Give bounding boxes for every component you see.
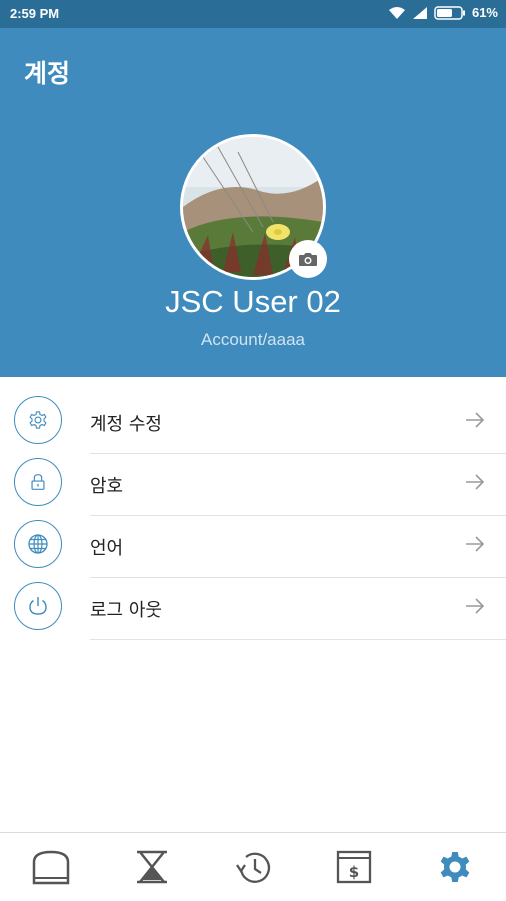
settings-menu: 계정 수정 암호 언어 로그 아웃 [0,392,506,640]
arrow-right-icon [466,474,485,490]
camera-icon [299,253,317,266]
hourglass-icon [136,850,167,884]
menu-item-logout[interactable]: 로그 아웃 [0,578,506,640]
nav-home[interactable] [21,837,81,897]
user-name: JSC User 02 [165,284,341,319]
arrow-right-icon [466,598,485,614]
account-id: Account/aaaa [201,330,305,349]
status-time: 2:59 PM [10,6,60,21]
settings-icon [441,852,470,882]
menu-item-label: 언어 [90,538,124,559]
change-photo-button[interactable] [289,240,327,278]
menu-item-password[interactable]: 암호 [0,454,506,516]
gear-icon [14,396,62,444]
bottom-nav: $ [0,832,506,901]
nav-history[interactable] [223,837,283,897]
status-icons: 61% [388,5,498,20]
battery-level: 61% [471,5,498,20]
svg-text:$: $ [349,863,359,881]
divider [90,639,506,640]
arrow-right-icon [466,412,485,428]
avatar-container [180,134,327,280]
signal-icon [412,6,427,19]
battery-icon [434,5,465,20]
globe-icon [14,520,62,568]
home-icon [32,850,69,885]
menu-item-label: 암호 [90,476,124,497]
menu-item-edit-account[interactable]: 계정 수정 [0,392,506,454]
nav-transfer[interactable] [122,837,182,897]
lock-icon [14,458,62,506]
wifi-icon [388,6,405,19]
menu-item-label: 계정 수정 [90,414,162,435]
page-title: 계정 [24,59,71,88]
status-bar: 2:59 PM 61% [0,0,506,28]
power-icon [14,582,62,630]
menu-item-language[interactable]: 언어 [0,516,506,578]
money-icon: $ [337,850,372,884]
arrow-right-icon [466,536,485,552]
nav-payments[interactable]: $ [324,837,384,897]
menu-item-label: 로그 아웃 [90,600,162,621]
nav-settings[interactable] [425,837,485,897]
profile-header: 계정 JSC User 02 Account/aaaa [0,28,506,377]
history-icon [236,852,271,883]
